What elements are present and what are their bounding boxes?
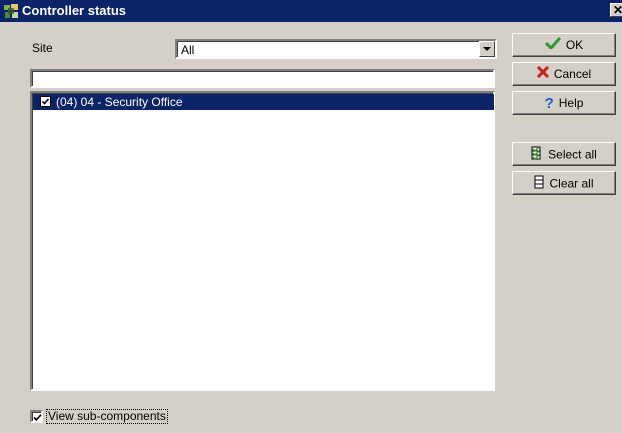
ok-button-label: OK [565,38,584,52]
chevron-down-icon[interactable] [479,41,495,57]
check-icon [544,37,561,52]
filter-input[interactable] [30,69,495,88]
list-item-label: (04) 04 - Security Office [56,95,183,109]
controller-app-icon [3,3,19,19]
view-sub-components-checkbox[interactable] [30,410,43,423]
select-all-icon [531,146,543,163]
ok-button[interactable]: OK [512,33,616,57]
cancel-button[interactable]: Cancel [512,62,616,86]
clear-all-button[interactable]: Clear all [512,171,616,195]
clear-all-label: Clear all [549,176,594,191]
controller-status-dialog: Controller status ✕ Site All (04) 04 - S… [0,0,622,433]
site-dropdown[interactable]: All [175,39,497,59]
clear-all-icon [534,175,544,192]
controller-list[interactable]: (04) 04 - Security Office [30,91,495,391]
view-sub-components-label: View sub-components [46,409,168,424]
x-icon [536,66,549,81]
close-icon[interactable]: ✕ [610,3,622,17]
list-item[interactable]: (04) 04 - Security Office [33,94,494,110]
window-title: Controller status [22,3,127,18]
cancel-button-label: Cancel [553,67,592,81]
select-all-label: Select all [548,147,597,162]
help-button[interactable]: ? Help [512,91,616,115]
site-dropdown-value: All [181,43,195,57]
site-label: Site [32,41,53,55]
select-all-button[interactable]: Select all [512,142,616,166]
question-icon: ? [544,94,554,112]
title-bar[interactable]: Controller status ✕ [0,0,622,22]
help-button-label: Help [558,96,584,110]
item-checkbox[interactable] [40,96,51,107]
